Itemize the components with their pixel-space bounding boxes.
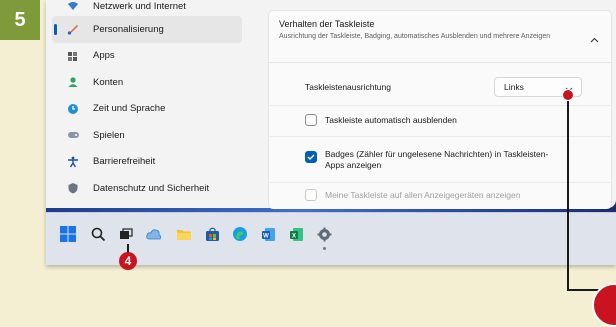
nav-item-label: Personalisierung — [93, 23, 164, 35]
shield-icon — [66, 181, 80, 195]
nav-item-label: Barrierefreiheit — [93, 156, 156, 168]
gamepad-icon — [66, 128, 80, 142]
badges-label-line1: Badges (Zähler für ungelesene Nachrichte… — [325, 149, 549, 159]
nav-item-datenschutz[interactable]: Datenschutz und Sicherheit — [52, 175, 242, 202]
word-icon[interactable]: W — [258, 224, 278, 244]
nav-item-barrierefreiheit[interactable]: Barrierefreiheit — [52, 149, 242, 176]
brush-icon — [66, 22, 80, 36]
nav-item-label: Spielen — [93, 129, 125, 141]
apps-icon — [66, 49, 80, 63]
section-divider — [269, 62, 611, 63]
badges-label: Badges (Zähler für ungelesene Nachrichte… — [325, 149, 548, 170]
excel-icon[interactable]: X — [286, 224, 306, 244]
globe-clock-icon — [66, 102, 80, 116]
nav-item-label: Netzwerk und Internet — [93, 0, 186, 12]
svg-text:X: X — [291, 233, 295, 239]
callout-5-line — [567, 101, 569, 291]
multi-display-label: Meine Taskleiste auf allen Anzeigegeräte… — [325, 190, 521, 200]
chevron-up-icon[interactable] — [590, 30, 599, 48]
nav-item-label: Datenschutz und Sicherheit — [93, 182, 210, 194]
autohide-label: Taskleiste automatisch ausblenden — [325, 115, 457, 125]
alignment-value: Links — [504, 82, 524, 92]
multi-display-checkbox[interactable] — [305, 189, 317, 201]
nav-item-apps[interactable]: Apps — [52, 43, 242, 70]
badges-label-line2: Apps anzeigen — [325, 159, 382, 170]
store-icon[interactable] — [202, 224, 222, 244]
section-subtitle: Ausrichtung der Taskleiste, Badging, aut… — [279, 33, 551, 40]
task-view-icon[interactable] — [116, 224, 136, 244]
person-icon — [66, 75, 80, 89]
active-app-indicator — [323, 247, 326, 250]
accessibility-icon — [66, 155, 80, 169]
nav-item-zeit[interactable]: Zeit und Sprache — [52, 96, 242, 123]
autohide-checkbox[interactable] — [305, 114, 317, 126]
nav-item-label: Apps — [93, 50, 115, 62]
callout-marker-4: 4 — [119, 252, 137, 270]
taskbar-behavior-panel: Verhalten der Taskleiste Ausrichtung der… — [268, 10, 612, 209]
edge-icon[interactable] — [230, 224, 250, 244]
svg-text:W: W — [263, 233, 269, 239]
wifi-icon — [66, 0, 80, 13]
windows-screen: Netzwerk und Internet Personalisierung A… — [46, 0, 616, 265]
nav-item-label: Zeit und Sprache — [93, 103, 166, 115]
step-number-badge: 5 — [0, 0, 40, 40]
file-explorer-icon[interactable] — [174, 224, 194, 244]
settings-icon[interactable] — [314, 224, 334, 250]
nav-item-spielen[interactable]: Spielen — [52, 122, 242, 149]
search-icon[interactable] — [88, 224, 108, 244]
callout-5-anchor-dot — [562, 89, 574, 101]
alignment-label: Taskleistenausrichtung — [305, 82, 391, 92]
windows-start-icon[interactable] — [58, 224, 78, 244]
nav-item-personalisierung[interactable]: Personalisierung — [52, 16, 242, 43]
settings-window: Netzwerk und Internet Personalisierung A… — [46, 0, 616, 209]
nav-item-konten[interactable]: Konten — [52, 69, 242, 96]
badges-checkbox[interactable] — [305, 151, 317, 163]
nav-item-netzwerk[interactable]: Netzwerk und Internet — [52, 0, 242, 16]
weather-icon[interactable] — [144, 224, 164, 244]
settings-nav: Netzwerk und Internet Personalisierung A… — [52, 0, 242, 202]
nav-item-label: Konten — [93, 76, 124, 88]
section-title: Verhalten der Taskleiste — [279, 19, 375, 29]
